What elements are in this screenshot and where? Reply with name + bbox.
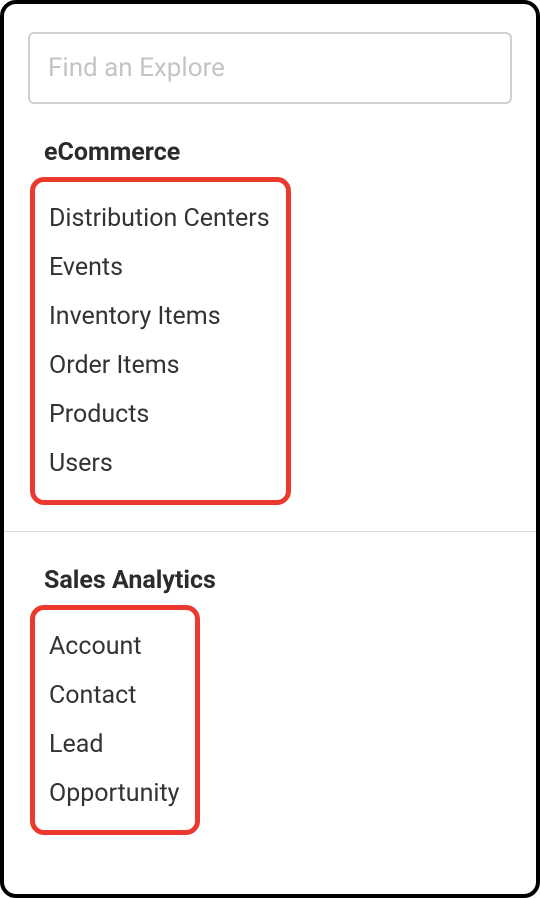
section-header-ecommerce: eCommerce	[28, 138, 512, 167]
list-item[interactable]: Lead	[47, 720, 181, 769]
section-sales-analytics: Sales Analytics Account Contact Lead Opp…	[28, 566, 512, 835]
list-item[interactable]: Inventory Items	[47, 292, 272, 341]
list-item[interactable]: Users	[47, 439, 272, 488]
list-item[interactable]: Events	[47, 243, 272, 292]
list-item[interactable]: Account	[47, 622, 181, 671]
section-ecommerce: eCommerce Distribution Centers Events In…	[28, 138, 512, 505]
explore-panel: eCommerce Distribution Centers Events In…	[0, 0, 540, 898]
list-item[interactable]: Distribution Centers	[47, 194, 272, 243]
list-item[interactable]: Opportunity	[47, 769, 181, 818]
search-input[interactable]	[28, 32, 512, 104]
highlight-box-sales-analytics: Account Contact Lead Opportunity	[30, 605, 200, 835]
list-item[interactable]: Order Items	[47, 341, 272, 390]
list-item[interactable]: Products	[47, 390, 272, 439]
list-item[interactable]: Contact	[47, 671, 181, 720]
section-divider	[4, 531, 536, 532]
highlight-box-ecommerce: Distribution Centers Events Inventory It…	[30, 177, 291, 505]
section-header-sales-analytics: Sales Analytics	[28, 566, 512, 595]
